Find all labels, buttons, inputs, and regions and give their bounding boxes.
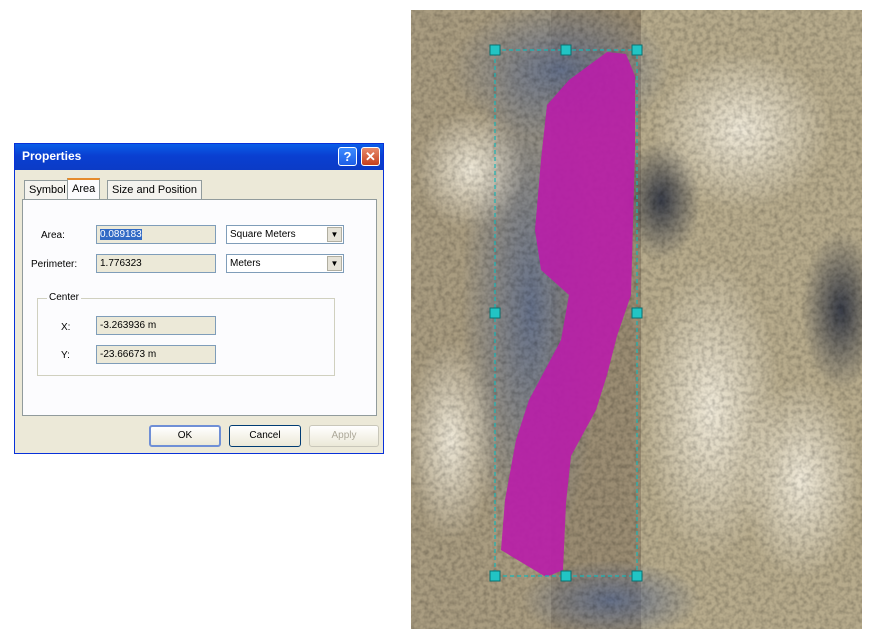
resize-handle-top[interactable]: [560, 44, 572, 56]
area-value: 0.089183: [100, 229, 142, 240]
center-y-value: -23.66673 m: [100, 349, 157, 360]
tab-symbol[interactable]: Symbol: [24, 180, 71, 199]
dialog-title-bar[interactable]: Properties ? ✕: [15, 144, 383, 170]
resize-handle-bottom-right[interactable]: [631, 570, 643, 582]
center-x-value: -3.263936 m: [100, 320, 157, 331]
resize-handle-bottom-left[interactable]: [489, 570, 501, 582]
apply-button[interactable]: Apply: [309, 425, 379, 447]
aerial-image-canvas: [411, 10, 862, 629]
chevron-down-icon[interactable]: ▼: [327, 256, 342, 271]
close-button[interactable]: ✕: [361, 147, 380, 166]
perimeter-unit-value: Meters: [230, 258, 261, 269]
perimeter-label: Perimeter:: [31, 259, 78, 270]
tab-size-and-position[interactable]: Size and Position: [107, 180, 202, 199]
area-unit-select[interactable]: Square Meters ▼: [226, 225, 344, 244]
center-group-title: Center: [47, 292, 82, 303]
perimeter-value: 1.776323: [100, 258, 142, 269]
resize-handle-top-right[interactable]: [631, 44, 643, 56]
resize-handle-left[interactable]: [489, 307, 501, 319]
perimeter-unit-select[interactable]: Meters ▼: [226, 254, 344, 273]
area-value-field[interactable]: 0.089183: [96, 225, 216, 244]
resize-handle-right[interactable]: [631, 307, 643, 319]
area-label: Area:: [41, 230, 65, 241]
resize-handle-top-left[interactable]: [489, 44, 501, 56]
area-unit-value: Square Meters: [230, 229, 296, 240]
dialog-title: Properties: [22, 149, 82, 163]
center-x-label: X:: [61, 322, 71, 333]
center-groupbox: [37, 298, 335, 376]
cancel-button[interactable]: Cancel: [229, 425, 301, 447]
aerial-image-view[interactable]: [411, 10, 862, 629]
help-button[interactable]: ?: [338, 147, 357, 166]
center-y-field[interactable]: -23.66673 m: [96, 345, 216, 364]
tab-area[interactable]: Area: [67, 178, 101, 199]
properties-dialog: Properties ? ✕ Symbol Area Size and Posi…: [14, 143, 384, 454]
ok-button[interactable]: OK: [149, 425, 221, 447]
perimeter-value-field[interactable]: 1.776323: [96, 254, 216, 273]
center-y-label: Y:: [61, 350, 70, 361]
resize-handle-bottom[interactable]: [560, 570, 572, 582]
chevron-down-icon[interactable]: ▼: [327, 227, 342, 242]
help-icon: ?: [343, 149, 352, 164]
terrain-texture: [411, 10, 862, 629]
close-icon: ✕: [365, 149, 376, 164]
center-x-field[interactable]: -3.263936 m: [96, 316, 216, 335]
